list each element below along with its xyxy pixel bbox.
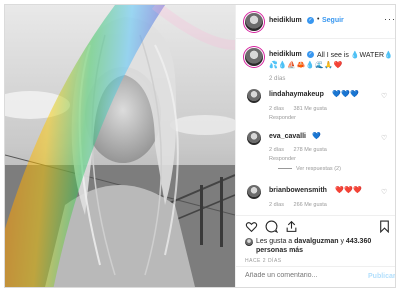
comment-meta: 2 días 266 Me gusta [269, 202, 335, 208]
comment-input[interactable] [245, 272, 355, 279]
likes-summary: Les gusta a davalguzman y 443.360 person… [256, 237, 388, 255]
heart-icon[interactable]: ♡ [381, 134, 387, 142]
liker-avatar[interactable] [245, 238, 253, 246]
comment-time: 2 días [269, 202, 284, 208]
verified-badge-icon: ✓ [307, 17, 314, 24]
caption-username[interactable]: heidiklum [269, 51, 302, 58]
instagram-post-embed: heidiklum ✓ • Seguir ··· heidiklum ✓ All… [0, 0, 400, 292]
verified-badge-icon: ✓ [307, 51, 314, 58]
add-comment-bar: Publicar [236, 266, 395, 287]
comment-meta: 2 días 381 Me gusta [269, 106, 335, 112]
separator-dot: • [317, 16, 320, 23]
comment-likes[interactable]: 266 Me gusta [294, 202, 327, 208]
reply-button[interactable]: Responder [269, 115, 296, 121]
post-header: heidiklum ✓ • Seguir ··· [236, 5, 395, 39]
comment-avatar[interactable] [247, 89, 261, 103]
comment-meta: 2 días 278 Me gusta [269, 147, 335, 153]
comment-icon[interactable] [265, 220, 278, 233]
author-avatar[interactable] [245, 13, 263, 31]
comment-text: 💙💙💙 [332, 91, 360, 98]
comment-text: 💙 [312, 133, 322, 140]
likes-connector: y [340, 238, 344, 245]
post-sidebar: heidiklum ✓ • Seguir ··· heidiklum ✓ All… [235, 5, 395, 287]
comment-likes[interactable]: 381 Me gusta [294, 106, 327, 112]
comment-username[interactable]: eva_cavalli [269, 133, 306, 140]
comment-username[interactable]: brianbowensmith [269, 187, 327, 194]
heart-icon[interactable]: ♡ [381, 188, 387, 196]
comment-time: 2 días [269, 147, 284, 153]
caption-author-avatar[interactable] [245, 48, 263, 66]
liker-username[interactable]: davalguzman [294, 238, 338, 245]
replies-divider [278, 168, 292, 170]
share-icon[interactable] [285, 220, 298, 233]
photo-illustration [5, 5, 235, 287]
caption-text: All I see is 💧WATER💧 [317, 52, 393, 59]
comment-text: ❤️❤️❤️ [335, 187, 363, 194]
comment-time: 2 días [269, 106, 284, 112]
heart-icon[interactable] [245, 220, 258, 233]
action-bar [236, 215, 395, 238]
view-replies-label: Ver respuestas (2) [296, 166, 341, 172]
view-replies-button[interactable]: Ver respuestas (2) [278, 166, 341, 172]
post-card: heidiklum ✓ • Seguir ··· heidiklum ✓ All… [4, 4, 396, 288]
more-icon[interactable]: ··· [384, 14, 395, 24]
follow-button[interactable]: Seguir [322, 17, 344, 24]
caption-emojis: 💦💧⛵🦀💧🌊🙏❤️ [269, 62, 343, 69]
reply-button[interactable]: Responder [269, 156, 296, 162]
likes-prefix: Les gusta a [256, 238, 293, 245]
comment-avatar[interactable] [247, 185, 261, 199]
comment-likes[interactable]: 278 Me gusta [294, 147, 327, 153]
bookmark-icon[interactable] [378, 220, 391, 233]
caption-time: 2 días [269, 76, 286, 82]
author-username[interactable]: heidiklum [269, 17, 302, 24]
comment-avatar[interactable] [247, 131, 261, 145]
post-photo[interactable] [5, 5, 235, 287]
comment-username[interactable]: lindahaymakeup [269, 91, 324, 98]
post-date: HACE 2 DÍAS [245, 258, 282, 264]
heart-icon[interactable]: ♡ [381, 92, 387, 100]
post-comment-button[interactable]: Publicar [368, 273, 395, 280]
